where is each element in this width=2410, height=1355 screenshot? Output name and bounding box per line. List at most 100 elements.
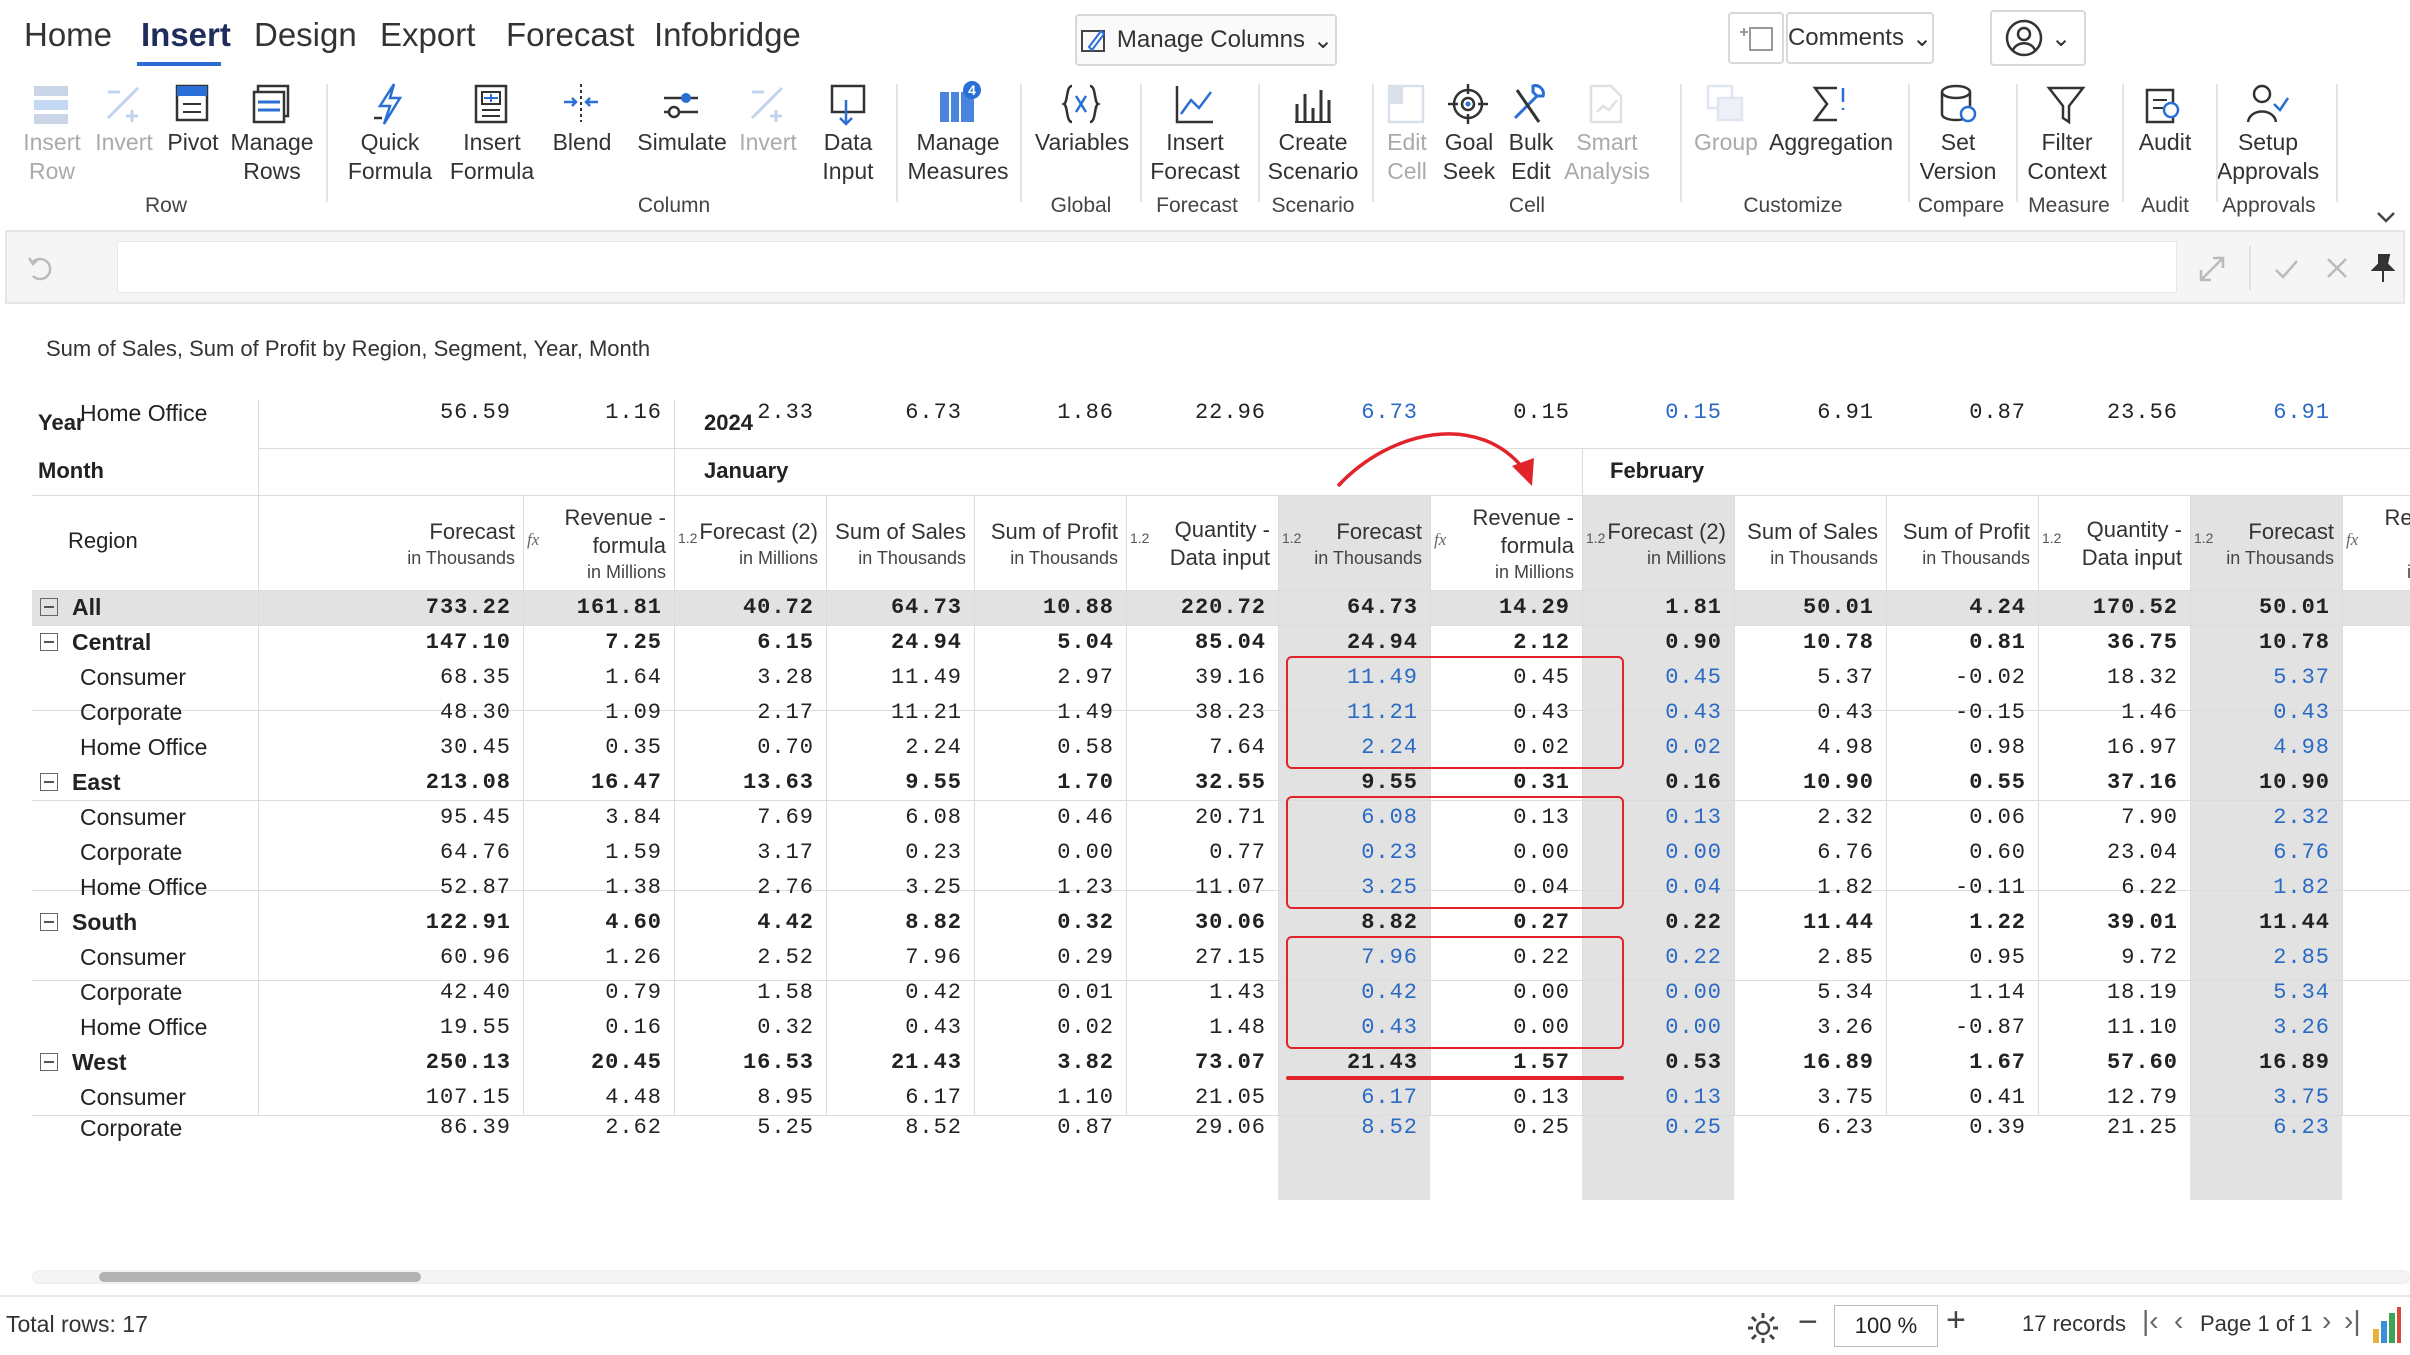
ribbon-insert-forecast-button[interactable]: Insert Forecast bbox=[1135, 80, 1255, 186]
data-cell[interactable]: 21.43 bbox=[826, 1045, 974, 1080]
data-cell[interactable]: 0.77 bbox=[1126, 835, 1278, 870]
data-cell[interactable]: 16.47 bbox=[523, 765, 674, 800]
data-cell[interactable]: 0.15 bbox=[1582, 400, 1734, 425]
data-cell[interactable]: 85.04 bbox=[1126, 625, 1278, 660]
data-cell[interactable]: 0.32 bbox=[974, 905, 1126, 940]
data-cell[interactable]: -0.87 bbox=[1886, 1010, 2038, 1045]
data-cell[interactable]: 8.53 bbox=[2342, 590, 2410, 625]
data-cell[interactable]: 7.90 bbox=[2038, 800, 2190, 835]
data-cell[interactable]: 0.32 bbox=[674, 1010, 826, 1045]
data-cell[interactable]: 1.26 bbox=[523, 940, 674, 975]
data-cell[interactable]: 5.04 bbox=[974, 625, 1126, 660]
data-cell[interactable]: 8.95 bbox=[674, 1080, 826, 1115]
tab-home[interactable]: Home bbox=[24, 16, 112, 54]
data-cell[interactable]: 1.67 bbox=[1886, 1045, 2038, 1080]
data-cell[interactable]: 0.13 bbox=[1582, 1080, 1734, 1115]
data-cell[interactable]: 0.10 bbox=[2342, 660, 2410, 695]
data-cell[interactable]: 64.73 bbox=[1278, 590, 1430, 625]
data-cell[interactable]: 0.31 bbox=[1430, 765, 1582, 800]
ribbon-smart-analysis-button[interactable]: Smart Analysis bbox=[1547, 80, 1667, 186]
data-cell[interactable]: 64.76 bbox=[258, 835, 523, 870]
data-cell[interactable]: 0.39 bbox=[1886, 1115, 2038, 1140]
data-cell[interactable]: 0.70 bbox=[674, 730, 826, 765]
data-cell[interactable]: 24.94 bbox=[826, 625, 974, 660]
next-page-icon[interactable]: › bbox=[2322, 1305, 2331, 1337]
data-cell[interactable]: 6.73 bbox=[826, 400, 974, 425]
data-cell[interactable]: 86.39 bbox=[258, 1115, 523, 1140]
data-cell[interactable]: 0.40 bbox=[2342, 625, 2410, 660]
ribbon-set-version-button[interactable]: Set Version bbox=[1898, 80, 2018, 186]
data-cell[interactable]: 11.07 bbox=[1126, 870, 1278, 905]
data-cell[interactable]: 11.44 bbox=[1734, 905, 1886, 940]
tab-export[interactable]: Export bbox=[380, 16, 475, 54]
tab-infobridge[interactable]: Infobridge bbox=[654, 16, 801, 54]
data-cell[interactable]: -0.02 bbox=[1886, 660, 2038, 695]
data-cell[interactable]: 1.70 bbox=[974, 765, 1126, 800]
data-cell[interactable]: 4.42 bbox=[674, 905, 826, 940]
data-cell[interactable]: 6.17 bbox=[826, 1080, 974, 1115]
data-cell[interactable]: 0.16 bbox=[2342, 400, 2410, 425]
data-cell[interactable]: 6.76 bbox=[2190, 835, 2342, 870]
data-cell[interactable]: 4.24 bbox=[1886, 590, 2038, 625]
data-cell[interactable]: 1.59 bbox=[523, 835, 674, 870]
data-cell[interactable]: 5.25 bbox=[674, 1115, 826, 1140]
data-cell[interactable]: 56.59 bbox=[258, 400, 523, 425]
data-cell[interactable]: 170.52 bbox=[2038, 590, 2190, 625]
data-cell[interactable]: 0.23 bbox=[826, 835, 974, 870]
data-cell[interactable]: 42.40 bbox=[258, 975, 523, 1010]
column-header[interactable]: Revenue - formula in Millions bbox=[1430, 500, 1582, 588]
data-cell[interactable]: 5.37 bbox=[2190, 660, 2342, 695]
data-cell[interactable]: 1.57 bbox=[1430, 1045, 1582, 1080]
data-cell[interactable]: 2.24 bbox=[826, 730, 974, 765]
data-cell[interactable]: 39.01 bbox=[2038, 905, 2190, 940]
collapse-toggle-icon[interactable] bbox=[40, 632, 58, 651]
data-cell[interactable]: 2.85 bbox=[1734, 940, 1886, 975]
data-cell[interactable]: 733.22 bbox=[258, 590, 523, 625]
data-cell[interactable]: 1.43 bbox=[1126, 975, 1278, 1010]
data-cell[interactable]: 3.28 bbox=[674, 660, 826, 695]
data-cell[interactable]: 2.32 bbox=[1734, 800, 1886, 835]
data-cell[interactable]: 3.26 bbox=[1734, 1010, 1886, 1045]
data-cell[interactable]: 4.60 bbox=[523, 905, 674, 940]
zoom-out-button[interactable]: − bbox=[1798, 1303, 1818, 1342]
data-cell[interactable]: 3.26 bbox=[2190, 1010, 2342, 1045]
data-cell[interactable]: 0.25 bbox=[1582, 1115, 1734, 1140]
undo-icon[interactable] bbox=[25, 252, 57, 284]
data-cell[interactable]: 7.96 bbox=[826, 940, 974, 975]
ribbon-manage-rows-button[interactable]: Manage Rows bbox=[212, 80, 332, 186]
data-cell[interactable]: 0.81 bbox=[1886, 625, 2038, 660]
data-cell[interactable]: 0.16 bbox=[523, 1010, 674, 1045]
data-cell[interactable]: 0.53 bbox=[1582, 1045, 1734, 1080]
data-cell[interactable]: 22.96 bbox=[1126, 400, 1278, 425]
data-cell[interactable]: 2.52 bbox=[674, 940, 826, 975]
data-cell[interactable]: 0.43 bbox=[2190, 695, 2342, 730]
data-cell[interactable]: 0.00 bbox=[974, 835, 1126, 870]
data-cell[interactable]: 0.87 bbox=[1886, 400, 2038, 425]
data-cell[interactable]: 16.97 bbox=[2038, 730, 2190, 765]
tab-forecast[interactable]: Forecast bbox=[506, 16, 634, 54]
row-region[interactable]: Central bbox=[40, 625, 258, 660]
data-cell[interactable]: 11.49 bbox=[826, 660, 974, 695]
data-cell[interactable]: 0.41 bbox=[1886, 1080, 2038, 1115]
data-cell[interactable]: 220.72 bbox=[1126, 590, 1278, 625]
data-cell[interactable]: 213.08 bbox=[258, 765, 523, 800]
data-cell[interactable]: 6.91 bbox=[2190, 400, 2342, 425]
data-cell[interactable]: 1.46 bbox=[2038, 695, 2190, 730]
data-cell[interactable]: 3.82 bbox=[974, 1045, 1126, 1080]
data-cell[interactable]: 1.22 bbox=[1886, 905, 2038, 940]
gear-icon[interactable] bbox=[1746, 1311, 1780, 1345]
data-cell[interactable]: 6.76 bbox=[1734, 835, 1886, 870]
data-cell[interactable]: 0.04 bbox=[2342, 1010, 2410, 1045]
user-menu-button[interactable]: ⌄ bbox=[1990, 10, 2086, 66]
tab-insert[interactable]: Insert bbox=[141, 16, 231, 54]
data-cell[interactable]: 2.97 bbox=[974, 660, 1126, 695]
data-cell[interactable]: 16.89 bbox=[2190, 1045, 2342, 1080]
data-cell[interactable]: 8.52 bbox=[1278, 1115, 1430, 1140]
data-cell[interactable]: 0.03 bbox=[2342, 940, 2410, 975]
data-cell[interactable]: 0.02 bbox=[974, 1010, 1126, 1045]
column-header[interactable]: Sum of Sales in Thousands bbox=[826, 500, 974, 588]
data-cell[interactable]: 16.89 bbox=[1734, 1045, 1886, 1080]
data-cell[interactable]: 2.33 bbox=[674, 400, 826, 425]
data-cell[interactable]: 29.06 bbox=[1126, 1115, 1278, 1140]
data-cell[interactable]: 40.72 bbox=[674, 590, 826, 625]
